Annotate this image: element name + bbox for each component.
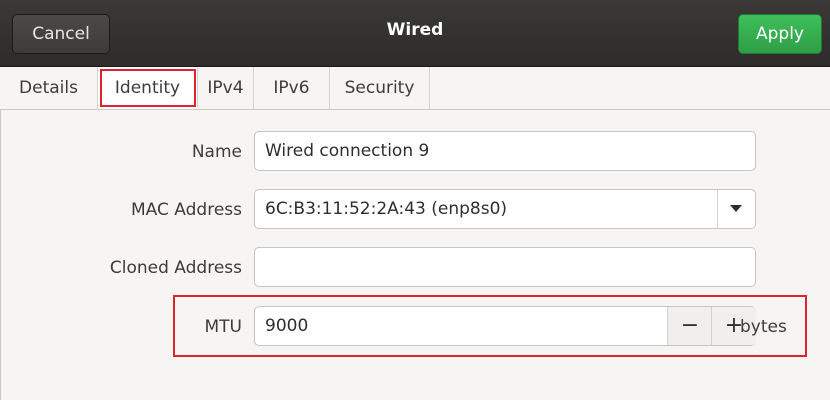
mac-address-combo[interactable]: 6C:B3:11:52:2A:43 (enp8s0)	[254, 189, 756, 229]
headerbar: Cancel Wired Apply	[0, 0, 830, 67]
chevron-down-icon[interactable]	[718, 190, 755, 228]
mtu-decrement-button[interactable]: −	[667, 307, 712, 345]
mtu-label: MTU	[204, 317, 243, 337]
window-title: Wired	[386, 20, 444, 40]
tab-bar: Details Identity IPv4 IPv6 Security	[0, 67, 830, 110]
network-settings-window: Cancel Wired Apply Details Identity IPv4…	[0, 0, 830, 400]
name-field[interactable]: Wired connection 9	[254, 131, 756, 171]
mtu-value: 9000	[265, 316, 309, 336]
mac-address-label: MAC Address	[131, 200, 242, 220]
cloned-address-field[interactable]	[254, 247, 756, 287]
mtu-spinbutton[interactable]: 9000 − +	[254, 306, 756, 346]
tab-ipv6[interactable]: IPv6	[254, 67, 330, 109]
tab-ipv4[interactable]: IPv4	[198, 67, 254, 109]
mtu-unit-label: bytes	[740, 317, 787, 337]
cloned-address-label: Cloned Address	[109, 258, 242, 278]
name-label: Name	[191, 142, 242, 162]
tab-security[interactable]: Security	[330, 67, 430, 109]
mac-address-value: 6C:B3:11:52:2A:43 (enp8s0)	[265, 199, 508, 219]
tab-identity[interactable]: Identity	[98, 67, 198, 109]
apply-button[interactable]: Apply	[738, 14, 822, 54]
tab-details[interactable]: Details	[0, 67, 98, 109]
